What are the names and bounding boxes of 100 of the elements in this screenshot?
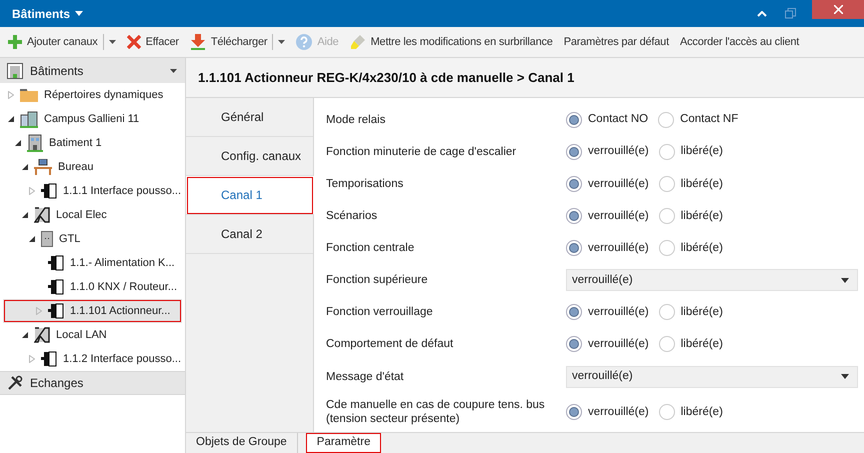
building-icon xyxy=(27,134,43,152)
room-icon xyxy=(34,327,50,343)
radio-label[interactable]: libéré(e) xyxy=(680,208,723,225)
collapse-icon[interactable] xyxy=(757,10,767,16)
caret-icon[interactable] xyxy=(170,68,177,72)
device-icon xyxy=(41,351,57,367)
room-icon xyxy=(34,207,50,223)
radio-label[interactable]: verrouillé(e) xyxy=(588,304,649,322)
radio-label[interactable]: libéré(e) xyxy=(680,143,723,161)
tree-item[interactable]: Batiment 1 xyxy=(0,131,185,155)
dropdown[interactable]: verrouillé(e) xyxy=(566,366,858,388)
close-icon xyxy=(834,5,842,14)
radio-label[interactable]: libéré(e) xyxy=(680,404,723,421)
folder-icon xyxy=(20,88,38,102)
eraser-icon xyxy=(350,34,366,50)
radio-label[interactable]: verrouillé(e) xyxy=(588,404,649,421)
device-icon xyxy=(41,183,57,199)
buildings-icon xyxy=(20,110,38,128)
radio-button[interactable] xyxy=(658,176,675,192)
radio-label[interactable]: verrouillé(e) xyxy=(588,336,649,354)
radio-button[interactable] xyxy=(658,240,675,256)
radio-button[interactable] xyxy=(566,208,582,224)
expanded-arrow-icon[interactable] xyxy=(22,164,28,170)
tab[interactable]: Canal 1 xyxy=(186,176,314,215)
device-icon xyxy=(48,279,64,295)
radio-label[interactable]: libéré(e) xyxy=(680,176,723,193)
caret-icon[interactable] xyxy=(278,40,286,44)
caret-icon[interactable] xyxy=(75,11,84,16)
device-icon xyxy=(48,255,64,271)
radio-label[interactable]: verrouillé(e) xyxy=(588,176,649,193)
close-button[interactable] xyxy=(812,0,864,19)
caret-icon xyxy=(841,374,849,380)
bottom-tab[interactable]: Paramètre xyxy=(306,433,382,453)
window-title[interactable]: Bâtiments xyxy=(12,4,70,22)
caret-icon[interactable] xyxy=(108,40,116,44)
parameter-label: Message d'état xyxy=(326,370,405,384)
radio-button[interactable] xyxy=(658,112,674,128)
radio-button[interactable] xyxy=(566,240,582,256)
parameter-label: Mode relais xyxy=(326,113,386,128)
radio-button[interactable] xyxy=(658,404,675,420)
tab[interactable]: Canal 2 xyxy=(186,215,313,254)
radio-button[interactable] xyxy=(658,304,675,320)
caret-icon xyxy=(841,278,849,283)
parameter-label: Fonction verrouillage xyxy=(326,305,434,320)
radio-label[interactable]: libéré(e) xyxy=(680,336,723,354)
expanded-arrow-icon[interactable] xyxy=(22,212,28,218)
download-arrow-icon xyxy=(190,34,206,50)
radio-label[interactable]: libéré(e) xyxy=(680,240,723,257)
tree-item[interactable]: 1.1.1 Interface pousso... xyxy=(0,179,185,203)
tree-item[interactable]: Répertoires dynamiques xyxy=(0,83,185,107)
radio-button[interactable] xyxy=(566,176,582,192)
toolbar-button[interactable]: Télécharger xyxy=(190,34,268,50)
bottom-tab[interactable]: Objets de Groupe xyxy=(186,433,298,453)
sidebar-section-header[interactable]: Echanges xyxy=(0,371,185,395)
tree-item[interactable]: Bureau xyxy=(0,155,185,179)
tree-item[interactable]: 1.1.2 Interface pousso... xyxy=(0,347,185,371)
toolbar-button[interactable]: Effacer xyxy=(126,34,179,50)
radio-button[interactable] xyxy=(658,144,675,160)
tree-item[interactable]: Local Elec xyxy=(0,203,185,227)
tools-icon xyxy=(7,375,23,391)
close-icon xyxy=(126,35,141,49)
tree-item[interactable]: Local LAN xyxy=(0,323,185,347)
sidebar-header[interactable]: Bâtiments xyxy=(0,58,185,83)
toolbar-button[interactable]: Accorder l'accès au client xyxy=(680,34,800,50)
radio-label[interactable]: libéré(e) xyxy=(680,304,723,322)
dropdown[interactable]: verrouillé(e) xyxy=(566,269,858,292)
radio-button[interactable] xyxy=(566,404,582,420)
expanded-arrow-icon[interactable] xyxy=(29,236,35,242)
tree-item[interactable]: 1.1.- Alimentation K... xyxy=(0,251,185,275)
radio-button[interactable] xyxy=(658,336,675,352)
tree-item[interactable]: GTL xyxy=(0,227,185,251)
tree-item[interactable]: 1.1.0 KNX / Routeur... xyxy=(0,275,185,299)
tree-item[interactable]: Campus Gallieni 11 xyxy=(0,107,185,131)
toolbar-button[interactable]: Paramètres par défaut xyxy=(564,34,669,50)
radio-button[interactable] xyxy=(658,208,675,224)
cabinet-icon xyxy=(41,231,53,247)
radio-button[interactable] xyxy=(566,336,582,352)
tab[interactable]: Général xyxy=(186,98,313,137)
content-title: 1.1.101 Actionneur REG-K/4x230/10 à cde manuelle > Canal 1 xyxy=(198,68,574,87)
device-icon xyxy=(48,303,64,319)
radio-label[interactable]: verrouillé(e) xyxy=(588,240,649,257)
toolbar-button[interactable]: Ajouter canaux xyxy=(8,34,98,50)
radio-label[interactable]: verrouillé(e) xyxy=(588,143,649,161)
parameter-label: Fonction supérieure xyxy=(326,273,429,288)
expanded-arrow-icon[interactable] xyxy=(8,116,14,122)
radio-label[interactable]: Contact NF xyxy=(680,111,738,129)
help-icon xyxy=(296,34,312,50)
radio-button[interactable] xyxy=(566,144,582,160)
radio-label[interactable]: Contact NO xyxy=(588,111,648,129)
radio-button[interactable] xyxy=(566,304,582,320)
radio-button[interactable] xyxy=(566,112,582,128)
parameter-label: Fonction minuterie de cage d'escalier xyxy=(326,145,518,160)
parameter-label: Comportement de défaut xyxy=(326,337,454,352)
tree-item[interactable]: 1.1.101 Actionneur... xyxy=(3,299,182,323)
toolbar-button[interactable]: Mettre les modifications en surbrillance xyxy=(350,34,553,50)
radio-label[interactable]: verrouillé(e) xyxy=(588,208,649,225)
expanded-arrow-icon[interactable] xyxy=(15,140,21,146)
expanded-arrow-icon[interactable] xyxy=(22,332,28,338)
plus-icon xyxy=(8,35,22,49)
parameter-label: Cde manuelle en cas de coupure tens. bus (tension secteur présente) xyxy=(326,398,546,426)
